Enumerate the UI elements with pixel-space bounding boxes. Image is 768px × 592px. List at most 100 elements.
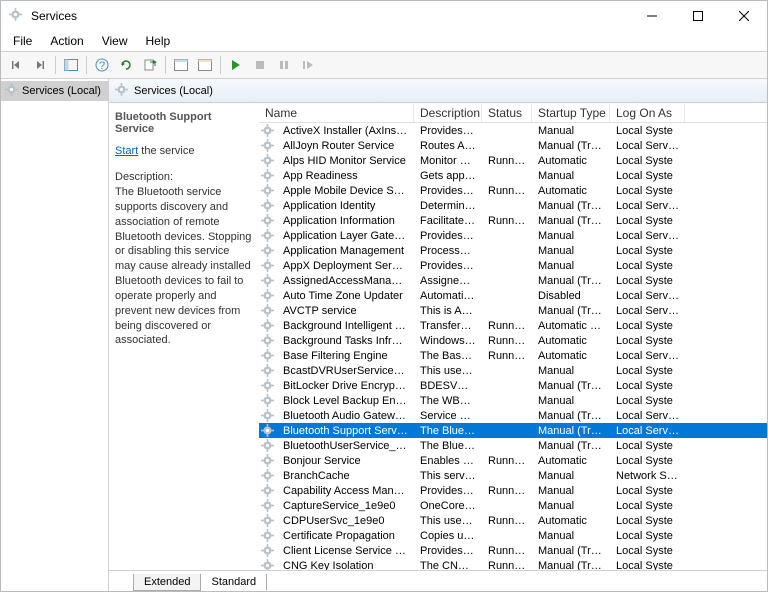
help-topic-button[interactable] bbox=[194, 54, 216, 76]
table-row[interactable]: BitLocker Drive Encryption …BDESVC hos…M… bbox=[259, 378, 767, 393]
services-list[interactable]: Name Description Status Startup Type Log… bbox=[259, 103, 767, 570]
start-service-button[interactable] bbox=[225, 54, 247, 76]
gear-icon bbox=[259, 364, 277, 377]
cell-startup: Manual bbox=[532, 500, 610, 512]
cell-logon: Local Syste bbox=[610, 455, 685, 467]
table-row[interactable]: Alps HID Monitor ServiceMonitor HI…Runni… bbox=[259, 153, 767, 168]
cell-name: App Readiness bbox=[277, 170, 414, 182]
cell-description: The CNG ke… bbox=[414, 560, 482, 571]
tab-standard[interactable]: Standard bbox=[201, 574, 267, 591]
cell-logon: Local Syste bbox=[610, 320, 685, 332]
pane-title: Services (Local) bbox=[134, 85, 213, 97]
cell-logon: Local Syste bbox=[610, 125, 685, 137]
col-startup[interactable]: Startup Type bbox=[532, 104, 610, 122]
table-row[interactable]: CNG Key IsolationThe CNG ke…RunningManua… bbox=[259, 558, 767, 570]
cell-description: Provides su… bbox=[414, 230, 482, 242]
cell-logon: Local Service bbox=[610, 410, 685, 422]
table-row[interactable]: Background Intelligent Tran…Transfers fi… bbox=[259, 318, 767, 333]
cell-logon: Local Syste bbox=[610, 440, 685, 452]
help-button[interactable]: ? bbox=[91, 54, 113, 76]
table-row[interactable]: AllJoyn Router ServiceRoutes AllJo…Manua… bbox=[259, 138, 767, 153]
table-row[interactable]: BcastDVRUserService_1e9e0This user se…Ma… bbox=[259, 363, 767, 378]
cell-startup: Disabled bbox=[532, 290, 610, 302]
stop-service-button[interactable] bbox=[249, 54, 271, 76]
gear-icon bbox=[259, 544, 277, 557]
table-row[interactable]: App ReadinessGets apps re…ManualLocal Sy… bbox=[259, 168, 767, 183]
table-row[interactable]: BranchCacheThis service …ManualNetwork S… bbox=[259, 468, 767, 483]
tree-item-services-local[interactable]: Services (Local) bbox=[1, 81, 108, 101]
col-logon[interactable]: Log On As bbox=[610, 104, 685, 122]
cell-name: Alps HID Monitor Service bbox=[277, 155, 414, 167]
menu-action[interactable]: Action bbox=[42, 32, 91, 50]
cell-startup: Manual bbox=[532, 230, 610, 242]
tree-pane: Services (Local) bbox=[1, 79, 109, 591]
cell-status: Running bbox=[482, 350, 532, 362]
toolbar-separator bbox=[86, 56, 87, 74]
maximize-button[interactable] bbox=[675, 1, 721, 31]
table-row[interactable]: ActiveX Installer (AxInstSV)Provides Us…… bbox=[259, 123, 767, 138]
cell-description: This user se… bbox=[414, 515, 482, 527]
cell-startup: Manual (Trig… bbox=[532, 380, 610, 392]
cell-logon: Local Syste bbox=[610, 530, 685, 542]
cell-name: AssignedAccessManager Se… bbox=[277, 275, 414, 287]
start-link[interactable]: Start bbox=[115, 145, 138, 157]
cell-startup: Manual bbox=[532, 260, 610, 272]
table-row[interactable]: Application InformationFacilitates t…Run… bbox=[259, 213, 767, 228]
cell-status: Running bbox=[482, 320, 532, 332]
gear-icon bbox=[259, 304, 277, 317]
col-name[interactable]: Name bbox=[259, 104, 414, 122]
show-hide-tree-button[interactable] bbox=[60, 54, 82, 76]
table-row[interactable]: AVCTP serviceThis is Audi…Manual (Trig…L… bbox=[259, 303, 767, 318]
cell-name: Background Intelligent Tran… bbox=[277, 320, 414, 332]
pause-service-button[interactable] bbox=[273, 54, 295, 76]
table-row[interactable]: Auto Time Zone UpdaterAutomatica…Disable… bbox=[259, 288, 767, 303]
properties-button[interactable] bbox=[170, 54, 192, 76]
table-row[interactable]: CaptureService_1e9e0OneCore Ca…ManualLoc… bbox=[259, 498, 767, 513]
cell-name: Client License Service (ClipS bbox=[277, 545, 414, 557]
cell-name: Capability Access Manager … bbox=[277, 485, 414, 497]
table-row[interactable]: Background Tasks Infrastru…Windows in…Ru… bbox=[259, 333, 767, 348]
cell-description: Provides fac… bbox=[414, 485, 482, 497]
menu-help[interactable]: Help bbox=[138, 32, 179, 50]
table-row[interactable]: Bluetooth Support ServiceThe Bluetoo…Man… bbox=[259, 423, 767, 438]
table-row[interactable]: Bonjour ServiceEnables har…RunningAutoma… bbox=[259, 453, 767, 468]
gear-icon bbox=[259, 229, 277, 242]
gear-icon bbox=[259, 529, 277, 542]
table-row[interactable]: Base Filtering EngineThe Base Fil…Runnin… bbox=[259, 348, 767, 363]
table-row[interactable]: Certificate PropagationCopies user …Manu… bbox=[259, 528, 767, 543]
table-row[interactable]: Apple Mobile Device ServiceProvides th…R… bbox=[259, 183, 767, 198]
minimize-button[interactable] bbox=[629, 1, 675, 31]
table-row[interactable]: AppX Deployment Service (…Provides inf…M… bbox=[259, 258, 767, 273]
table-row[interactable]: Block Level Backup Engine …The WBENG…Man… bbox=[259, 393, 767, 408]
table-row[interactable]: Application Layer Gateway …Provides su…M… bbox=[259, 228, 767, 243]
gear-icon bbox=[259, 454, 277, 467]
table-row[interactable]: Client License Service (ClipSProvides in… bbox=[259, 543, 767, 558]
tab-extended[interactable]: Extended bbox=[133, 574, 201, 591]
table-row[interactable]: AssignedAccessManager Se…AssignedAc…Manu… bbox=[259, 273, 767, 288]
back-button[interactable] bbox=[5, 54, 27, 76]
menu-view[interactable]: View bbox=[94, 32, 136, 50]
table-row[interactable]: Capability Access Manager …Provides fac…… bbox=[259, 483, 767, 498]
cell-description: OneCore Ca… bbox=[414, 500, 482, 512]
gear-icon bbox=[259, 439, 277, 452]
cell-description: Copies user … bbox=[414, 530, 482, 542]
refresh-button[interactable] bbox=[115, 54, 137, 76]
table-row[interactable]: CDPUserSvc_1e9e0This user se…RunningAuto… bbox=[259, 513, 767, 528]
cell-startup: Manual bbox=[532, 125, 610, 137]
col-status[interactable]: Status bbox=[482, 104, 532, 122]
table-row[interactable]: Application IdentityDetermines …Manual (… bbox=[259, 198, 767, 213]
export-button[interactable] bbox=[139, 54, 161, 76]
menu-file[interactable]: File bbox=[5, 32, 40, 50]
col-description[interactable]: Description bbox=[414, 104, 482, 122]
close-button[interactable] bbox=[721, 1, 767, 31]
window-title: Services bbox=[31, 9, 629, 23]
restart-service-button[interactable] bbox=[297, 54, 319, 76]
titlebar: Services bbox=[1, 1, 767, 31]
cell-name: Certificate Propagation bbox=[277, 530, 414, 542]
table-row[interactable]: BluetoothUserService_1e9e0The Bluetoo…Ma… bbox=[259, 438, 767, 453]
table-row[interactable]: Application ManagementProcesses in…Manua… bbox=[259, 243, 767, 258]
column-headers: Name Description Status Startup Type Log… bbox=[259, 103, 767, 123]
table-row[interactable]: Bluetooth Audio Gateway S…Service sup…Ma… bbox=[259, 408, 767, 423]
forward-button[interactable] bbox=[29, 54, 51, 76]
cell-name: Apple Mobile Device Service bbox=[277, 185, 414, 197]
